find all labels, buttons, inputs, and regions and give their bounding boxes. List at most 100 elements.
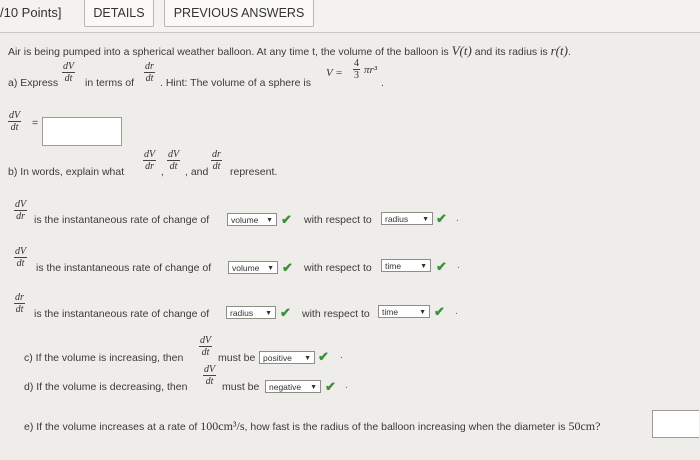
chevron-down-icon: ▼ [420, 263, 427, 270]
details-button[interactable]: DETAILS [84, 0, 154, 27]
frac-num: dr [14, 292, 25, 304]
frac-den: dr [16, 211, 25, 222]
part-d-must-be: must be [222, 381, 260, 393]
answer-e-input[interactable] [652, 410, 699, 438]
select-value: volume [232, 263, 260, 273]
part-d-select[interactable]: negative ▼ [265, 380, 321, 393]
dv-dr-fraction: dV dr [143, 149, 157, 172]
frac-den: dt [10, 122, 19, 133]
frac-den: dt [64, 73, 73, 84]
frac-num: dV [14, 246, 28, 258]
row2-text: is the instantaneous rate of change of [36, 262, 212, 274]
row3-quantity-select[interactable]: radius ▼ [226, 306, 276, 319]
points-label: /10 Points] [0, 5, 62, 20]
chevron-down-icon: ▼ [310, 384, 317, 391]
check-icon: ✔ [434, 304, 445, 319]
intro-end: . [567, 46, 571, 58]
frac-den: 3 [354, 70, 359, 81]
frac-num: 4 [353, 58, 360, 70]
frac-den: dt [212, 161, 221, 172]
part-e-mid: , how fast is the radius of the balloon … [244, 421, 566, 433]
row1-period: . [456, 213, 459, 224]
row1-with-respect: with respect to [304, 214, 372, 226]
formula-lhs: V = [326, 67, 343, 79]
row1-text: is the instantaneous rate of change of [34, 214, 210, 226]
row3-with-respect: with respect to [302, 308, 370, 320]
select-value: volume [231, 215, 259, 225]
four-thirds-fraction: 4 3 [353, 58, 360, 81]
frac-den: dt [16, 258, 25, 269]
select-value: time [382, 307, 399, 317]
formula-end: . [381, 77, 384, 89]
part-c-period: . [340, 350, 343, 361]
frac-num: dV [14, 199, 28, 211]
check-icon: ✔ [436, 211, 447, 226]
row3-variable-select[interactable]: time ▼ [378, 305, 430, 318]
check-icon: ✔ [318, 349, 329, 364]
dv-dt-fraction-b: dV dt [167, 149, 181, 172]
chevron-down-icon: ▼ [422, 216, 429, 223]
frac-num: dV [203, 364, 217, 376]
dv-dt-fraction: dV dt [62, 61, 76, 84]
row1-variable-select[interactable]: radius ▼ [381, 212, 433, 225]
frac-den: dt [201, 347, 210, 358]
frac-num: dr [144, 61, 155, 73]
select-value: positive [263, 353, 292, 363]
row2-fraction: dV dt [14, 246, 28, 269]
part-c-fraction: dV dt [199, 335, 213, 358]
answer-a-equals: = [32, 117, 39, 129]
check-icon: ✔ [281, 212, 292, 227]
part-a-hint: . Hint: The volume of a sphere is [160, 77, 311, 89]
row2-with-respect: with respect to [304, 262, 372, 274]
row3-text: is the instantaneous rate of change of [34, 308, 210, 320]
row3-fraction: dr dt [14, 292, 25, 315]
part-c-must-be: must be [218, 352, 256, 364]
formula-rhs: πr³ [364, 64, 378, 76]
part-b-comma: , [161, 166, 164, 178]
select-value: radius [230, 308, 254, 318]
part-a-in-terms: in terms of [85, 77, 135, 89]
frac-den: dt [169, 161, 178, 172]
row2-variable-select[interactable]: time ▼ [381, 259, 431, 272]
part-c-text: c) If the volume is increasing, then [24, 352, 184, 364]
frac-num: dV [62, 61, 76, 73]
frac-den: dr [145, 161, 154, 172]
check-icon: ✔ [282, 260, 293, 275]
question-header: /10 Points] DETAILS PREVIOUS ANSWERS [0, 0, 700, 33]
part-b-and: , and [185, 166, 209, 178]
part-e-diameter: 50cm? [568, 419, 601, 433]
frac-num: dV [8, 110, 22, 122]
radius-symbol: r(t) [550, 43, 568, 58]
part-d-fraction: dV dt [203, 364, 217, 387]
intro-text: Air is being pumped into a spherical wea… [8, 43, 571, 59]
answer-a-input[interactable] [42, 117, 122, 146]
part-e-text: e) If the volume increases at a rate of … [24, 419, 600, 434]
frac-num: dV [199, 335, 213, 347]
chevron-down-icon: ▼ [304, 355, 311, 362]
frac-num: dV [167, 149, 181, 161]
part-b-label: b) In words, explain what [8, 166, 125, 178]
check-icon: ✔ [280, 305, 291, 320]
check-icon: ✔ [325, 379, 336, 394]
intro-radius-text: and its radius is [474, 46, 548, 58]
frac-den: dt [15, 304, 24, 315]
frac-num: dr [211, 149, 222, 161]
chevron-down-icon: ▼ [266, 217, 273, 224]
dr-dt-fraction: dr dt [144, 61, 155, 84]
part-c-select[interactable]: positive ▼ [259, 351, 315, 364]
frac-den: dt [205, 376, 214, 387]
row1-quantity-select[interactable]: volume ▼ [227, 213, 277, 226]
row2-quantity-select[interactable]: volume ▼ [228, 261, 278, 274]
frac-den: dt [145, 73, 154, 84]
row3-period: . [455, 306, 458, 317]
dr-dt-fraction-b: dr dt [211, 149, 222, 172]
row2-period: . [457, 260, 460, 271]
previous-answers-button[interactable]: PREVIOUS ANSWERS [164, 0, 314, 27]
select-value: radius [385, 214, 409, 224]
part-e-start: e) If the volume increases at a rate of [24, 421, 198, 433]
intro-sentence: Air is being pumped into a spherical wea… [8, 46, 449, 58]
part-a-label: a) Express [8, 77, 59, 89]
chevron-down-icon: ▼ [265, 310, 272, 317]
part-d-text: d) If the volume is decreasing, then [24, 381, 188, 393]
part-d-period: . [345, 380, 348, 391]
